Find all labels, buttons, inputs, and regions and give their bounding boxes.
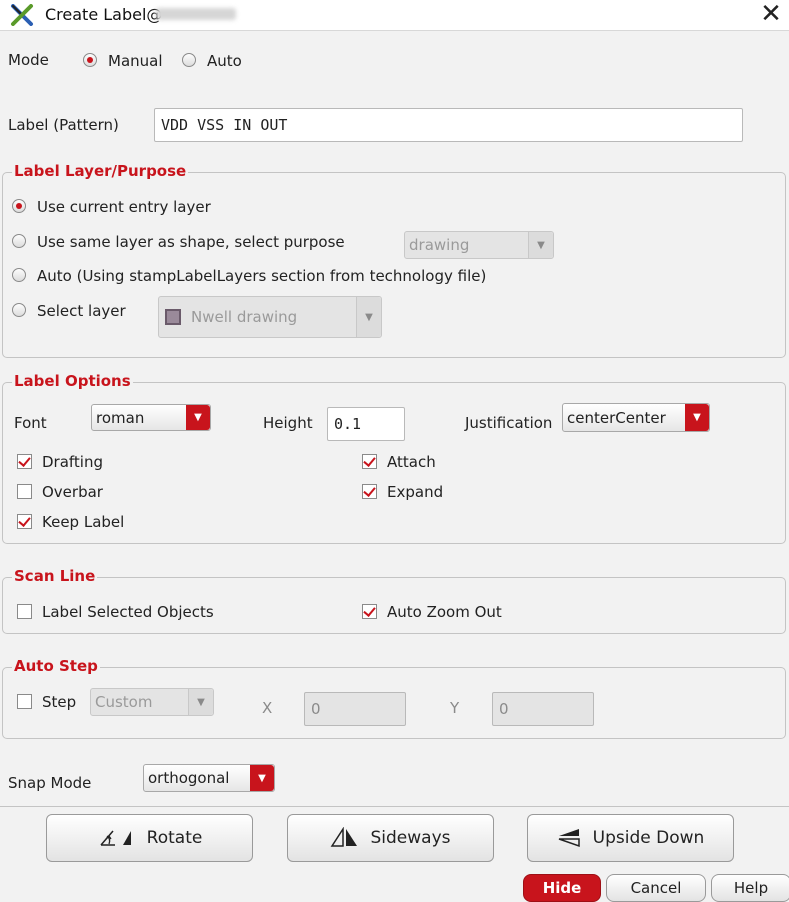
select-layer-radio[interactable] <box>12 303 26 317</box>
font-select-value: roman <box>96 408 145 427</box>
select-layer-label: Select layer <box>37 302 126 320</box>
overbar-checkbox[interactable] <box>17 484 32 499</box>
upside-down-button[interactable]: Upside Down <box>527 814 734 862</box>
justification-select[interactable]: centerCenter ▼ <box>562 403 710 432</box>
close-icon[interactable]: ✕ <box>758 0 784 28</box>
x-label: X <box>262 699 273 717</box>
rotate-button[interactable]: Rotate <box>46 814 253 862</box>
snap-mode-select[interactable]: orthogonal ▼ <box>143 764 275 792</box>
auto-zoom-label: Auto Zoom Out <box>387 603 502 621</box>
sideways-icon <box>331 827 358 847</box>
drafting-label: Drafting <box>42 453 104 471</box>
label-pattern-label: Label (Pattern) <box>8 116 119 134</box>
chevron-down-icon: ▼ <box>186 405 210 430</box>
mode-manual-radio[interactable] <box>83 53 97 67</box>
chevron-down-icon: ▼ <box>188 689 213 715</box>
snap-mode-value: orthogonal <box>148 769 230 787</box>
auto-zoom-checkbox[interactable] <box>362 604 377 619</box>
step-checkbox[interactable] <box>17 694 32 709</box>
help-button[interactable]: Help <box>711 874 789 902</box>
justification-select-value: centerCenter <box>567 408 666 427</box>
snap-mode-label: Snap Mode <box>8 774 92 792</box>
divider <box>0 806 789 807</box>
layer-swatch-icon <box>165 309 181 325</box>
mode-label: Mode <box>8 51 49 69</box>
step-label: Step <box>42 693 77 711</box>
mode-manual-label: Manual <box>108 52 163 70</box>
font-label: Font <box>14 414 47 432</box>
expand-label: Expand <box>387 483 444 501</box>
attach-checkbox[interactable] <box>362 454 377 469</box>
label-options-title: Label Options <box>12 372 133 390</box>
layer-select-value: Nwell drawing <box>191 308 298 326</box>
y-label: Y <box>450 699 460 717</box>
attach-label: Attach <box>387 453 436 471</box>
justification-label: Justification <box>465 414 553 432</box>
auto-stamp-radio[interactable] <box>12 268 26 282</box>
hide-button[interactable]: Hide <box>523 874 601 902</box>
y-input[interactable]: 0 <box>492 692 594 726</box>
x-input[interactable]: 0 <box>304 692 406 726</box>
font-select[interactable]: roman ▼ <box>91 404 211 431</box>
app-logo-icon <box>11 4 33 26</box>
sideways-button[interactable]: Sideways <box>287 814 494 862</box>
layer-purpose-title: Label Layer/Purpose <box>12 162 189 180</box>
use-current-layer-label: Use current entry layer <box>37 198 211 216</box>
overbar-label: Overbar <box>42 483 103 501</box>
purpose-select[interactable]: drawing ▼ <box>404 231 554 259</box>
label-selected-checkbox[interactable] <box>17 604 32 619</box>
rotate-icon <box>100 830 131 846</box>
chevron-down-icon: ▼ <box>356 297 381 337</box>
hostname-redacted <box>156 8 236 20</box>
scan-line-title: Scan Line <box>12 567 98 585</box>
use-same-layer-label: Use same layer as shape, select purpose <box>37 233 345 251</box>
height-label: Height <box>263 414 313 432</box>
purpose-select-value: drawing <box>409 236 470 254</box>
upside-down-button-label: Upside Down <box>592 828 705 848</box>
cancel-button[interactable]: Cancel <box>606 874 706 902</box>
layer-select[interactable]: Nwell drawing ▼ <box>158 296 382 338</box>
window-title: Create Label@ <box>45 5 163 24</box>
keep-label-label: Keep Label <box>42 513 125 531</box>
mode-auto-label: Auto <box>207 52 242 70</box>
label-pattern-input[interactable]: VDD VSS IN OUT <box>154 108 743 142</box>
chevron-down-icon: ▼ <box>250 765 274 791</box>
keep-label-checkbox[interactable] <box>17 514 32 529</box>
use-current-layer-radio[interactable] <box>12 199 26 213</box>
upside-down-icon <box>558 829 580 848</box>
step-mode-select[interactable]: Custom ▼ <box>90 688 214 716</box>
sideways-button-label: Sideways <box>370 828 451 848</box>
use-same-layer-radio[interactable] <box>12 234 26 248</box>
mode-auto-radio[interactable] <box>182 53 196 67</box>
step-mode-value: Custom <box>95 693 153 711</box>
height-input[interactable]: 0.1 <box>327 407 405 441</box>
chevron-down-icon: ▼ <box>685 404 709 431</box>
chevron-down-icon: ▼ <box>528 232 553 258</box>
rotate-button-label: Rotate <box>146 828 203 848</box>
drafting-checkbox[interactable] <box>17 454 32 469</box>
auto-stamp-label: Auto (Using stampLabelLayers section fro… <box>37 267 487 285</box>
expand-checkbox[interactable] <box>362 484 377 499</box>
auto-step-title: Auto Step <box>12 657 100 675</box>
label-selected-label: Label Selected Objects <box>42 603 214 621</box>
